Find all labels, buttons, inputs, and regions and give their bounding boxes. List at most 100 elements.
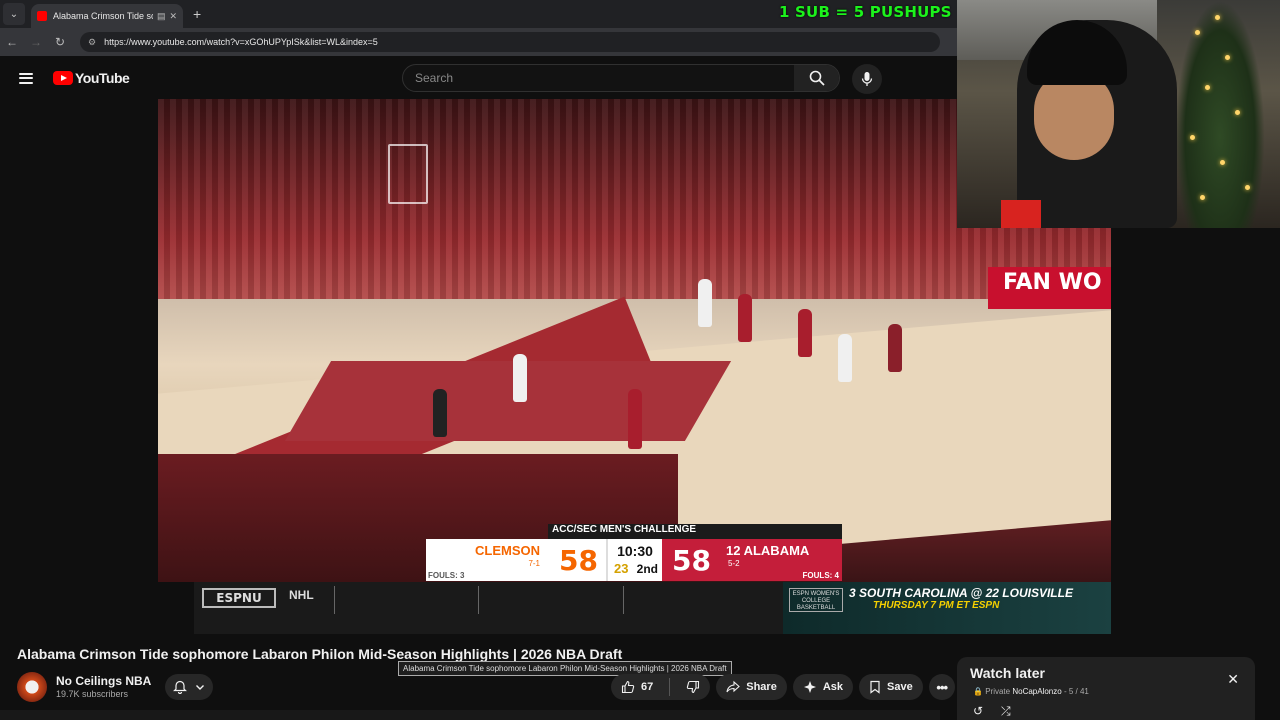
like-button[interactable]: 67 [611, 674, 663, 700]
video-actions: 67 Share Ask Save ••• [611, 674, 955, 700]
notifications-button[interactable] [165, 674, 213, 700]
share-arrow-icon [726, 680, 741, 693]
promo-time: THURSDAY 7 PM ET ESPN [873, 600, 1000, 611]
search-icon [809, 70, 825, 86]
video-player-figure [838, 334, 852, 382]
new-tab-plus-icon[interactable]: + [193, 6, 201, 22]
more-actions-button[interactable]: ••• [928, 674, 955, 700]
reload-icon[interactable]: ↻ [48, 35, 72, 49]
bookmark-icon [870, 680, 880, 694]
ticker-divider [334, 586, 335, 614]
video-player-figure [628, 389, 642, 449]
promo-brand: ESPN WOMEN'S COLLEGE BASKETBALL [789, 588, 843, 612]
save-button[interactable]: Save [859, 674, 923, 700]
video-player-figure [433, 389, 447, 437]
away-team-record: 5-2 [728, 559, 740, 568]
bell-icon [173, 680, 187, 694]
video-title: Alabama Crimson Tide sophomore Labaron P… [17, 646, 623, 662]
tab-title: Alabama Crimson Tide sop [53, 11, 153, 21]
playlist-title[interactable]: Watch later [970, 665, 1045, 681]
ticker-promo: ESPN WOMEN'S COLLEGE BASKETBALL 3 SOUTH … [783, 582, 1111, 634]
ribbon-board-text: FAN WO [1003, 270, 1102, 295]
playlist-owner[interactable]: NoCapAlonzo [1012, 687, 1061, 696]
game-clock: 10:30 [617, 543, 653, 559]
page-bottom-strip [0, 710, 940, 720]
microphone-icon [861, 72, 873, 86]
save-label: Save [887, 681, 913, 693]
video-backboard [388, 144, 428, 204]
playlist-panel: Watch later 🔒 Private NoCapAlonzo - 5 / … [957, 657, 1255, 720]
video-player-figure [798, 309, 812, 357]
home-team-record: 7-1 [528, 559, 540, 568]
sparkle-icon [803, 681, 816, 693]
video-player-figure [738, 294, 752, 342]
home-team-fouls: FOULS: 3 [428, 571, 465, 580]
site-info-icon[interactable]: ⚙ [88, 37, 96, 48]
url-field[interactable]: ⚙ https://www.youtube.com/watch?v=xGOhUP… [80, 32, 940, 52]
hamburger-menu-icon[interactable] [19, 72, 33, 84]
ticker-divider [478, 586, 479, 614]
search-box[interactable]: Search [402, 64, 840, 92]
forward-arrow-icon[interactable]: → [24, 35, 48, 49]
like-separator [669, 678, 671, 696]
playlist-privacy: Private [985, 687, 1011, 696]
youtube-header: YouTube Search [0, 57, 957, 99]
video-player-figure [888, 324, 902, 372]
voice-search-button[interactable] [852, 64, 882, 94]
video-paint-area [284, 361, 732, 441]
thumbs-down-icon [687, 680, 700, 694]
scorebug-clock: 10:30 23 2nd [606, 539, 662, 581]
playlist-separator: - [1063, 687, 1067, 696]
like-dislike-group: 67 [611, 674, 711, 700]
share-button[interactable]: Share [716, 674, 787, 700]
playlist-meta: 🔒 Private NoCapAlonzo - 5 / 41 [973, 687, 1089, 696]
ask-button[interactable]: Ask [792, 674, 854, 700]
youtube-logo-text: YouTube [75, 70, 130, 86]
more-horizontal-icon: ••• [936, 679, 948, 695]
broadcast-ticker: ESPNU NHL ESPN WOMEN'S COLLEGE BASKETBAL… [194, 582, 1111, 634]
share-label: Share [746, 681, 777, 693]
tab-close-icon[interactable]: ✕ [169, 11, 177, 22]
url-text: https://www.youtube.com/watch?v=xGOhUPYp… [104, 37, 378, 47]
playlist-position: 5 / 41 [1068, 687, 1089, 696]
scorebug-header: ACC/SEC MEN'S CHALLENGE [548, 524, 842, 539]
scorebug-home-team: CLEMSON 7-1 58 FOULS: 3 [426, 539, 606, 581]
subscriber-count: 19.7K subscribers [56, 689, 129, 699]
channel-name[interactable]: No Ceilings NBA [56, 674, 151, 688]
search-button[interactable] [794, 65, 839, 91]
tab-media-icon[interactable]: ▤ [157, 11, 166, 22]
tab-list-chevron-icon[interactable]: ⌄ [3, 3, 25, 25]
webcam-christmas-tree [1175, 0, 1265, 228]
scorebug: CLEMSON 7-1 58 FOULS: 3 10:30 23 2nd 58 … [426, 539, 842, 581]
away-team-score: 58 [672, 544, 711, 577]
browser-tab-active[interactable]: Alabama Crimson Tide sop ▤ ✕ [31, 4, 183, 28]
lock-icon: 🔒 [973, 687, 983, 696]
search-input[interactable]: Search [403, 71, 794, 85]
ticker-league: NHL [289, 588, 314, 602]
promo-matchup: 3 SOUTH CAROLINA @ 22 LOUISVILLE [849, 586, 1073, 600]
stream-overlay-text: 1 SUB = 5 PUSHUPS [779, 3, 952, 21]
chevron-down-icon [196, 685, 204, 690]
youtube-play-logo-icon [53, 71, 73, 85]
ask-label: Ask [822, 681, 844, 693]
thumbs-up-icon [621, 680, 635, 694]
away-team-name: 12 ALABAMA [726, 543, 810, 558]
loop-icon[interactable]: ↺ [973, 704, 983, 718]
close-icon[interactable]: ✕ [1227, 671, 1239, 688]
home-team-name: CLEMSON [475, 543, 540, 558]
scorebug-away-team: 58 12 ALABAMA 5-2 FOULS: 4 [662, 539, 842, 581]
channel-row: No Ceilings NBA 19.7K subscribers 67 Sha… [17, 672, 955, 702]
webcam-red-object [1001, 200, 1041, 228]
shuffle-icon[interactable]: ⤮ [1001, 704, 1011, 719]
screen: ⌄ Alabama Crimson Tide sop ▤ ✕ + ← → ↻ ⚙… [0, 0, 1280, 720]
network-logo: ESPNU [202, 588, 276, 608]
like-count: 67 [641, 681, 654, 693]
away-team-fouls: FOULS: 4 [802, 571, 839, 580]
ticker-divider [623, 586, 624, 614]
back-arrow-icon[interactable]: ← [0, 35, 24, 49]
youtube-logo[interactable]: YouTube [53, 70, 130, 86]
home-team-score: 58 [559, 544, 598, 577]
channel-avatar[interactable] [17, 672, 47, 702]
youtube-favicon-icon [37, 11, 47, 21]
dislike-button[interactable] [676, 674, 710, 700]
